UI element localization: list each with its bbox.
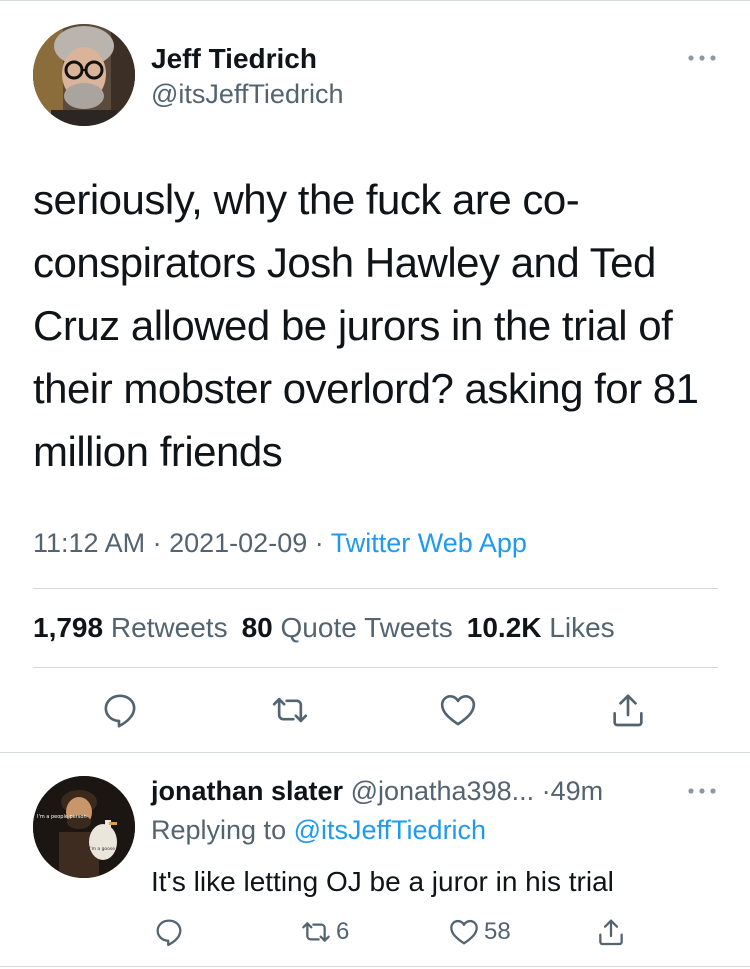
- reply-separator: ·: [541, 776, 551, 806]
- tweet-time[interactable]: 11:12 AM: [33, 528, 145, 558]
- reply-text: It's like letting OJ be a juror in his t…: [151, 866, 614, 897]
- reply-share-button[interactable]: [595, 914, 627, 950]
- retweets-stat[interactable]: 1,798 Retweets: [33, 612, 228, 643]
- bottom-border: [0, 966, 750, 967]
- quotes-stat[interactable]: 80 Quote Tweets: [242, 612, 453, 643]
- like-icon: [450, 919, 478, 945]
- author-avatar[interactable]: [33, 24, 135, 126]
- reply-retweet-button[interactable]: 6: [300, 914, 349, 950]
- likes-stat[interactable]: 10.2K Likes: [467, 612, 615, 643]
- tweet-date[interactable]: 2021-02-09: [169, 528, 307, 558]
- avatar-caption-bottom: I'm a goose: [89, 846, 115, 852]
- retweet-icon[interactable]: [270, 690, 310, 730]
- tweet-source-link[interactable]: Twitter Web App: [331, 528, 527, 558]
- reply-author-avatar[interactable]: I'm a people person I'm a goose: [33, 776, 135, 878]
- reply-retweet-count: 6: [336, 918, 350, 945]
- engagement-stats: 1,798 Retweets 80 Quote Tweets 10.2K Likes: [33, 612, 615, 644]
- replying-prefix: Replying to: [151, 815, 287, 845]
- share-icon[interactable]: [608, 690, 648, 730]
- retweets-label: Retweets: [110, 612, 228, 643]
- quotes-count: 80: [241, 612, 273, 643]
- reply-time[interactable]: 49m: [551, 776, 604, 806]
- top-border: [0, 0, 750, 1]
- divider: [33, 588, 718, 589]
- likes-count: 10.2K: [466, 612, 542, 643]
- avatar-caption-top: I'm a people person: [37, 814, 87, 820]
- retweets-count: 1,798: [33, 612, 104, 643]
- quotes-label: Quote Tweets: [280, 612, 453, 643]
- reply-like-count: 58: [484, 918, 511, 945]
- meta-separator: ·: [152, 528, 162, 558]
- reply-header: jonathan slater @jonatha398... ·49m: [151, 776, 603, 807]
- tweet-meta: 11:12 AM · 2021-02-09 · Twitter Web App: [33, 528, 527, 559]
- replying-to: Replying to @itsJeffTiedrich: [151, 815, 486, 846]
- reply-author-handle[interactable]: @jonatha398...: [351, 776, 535, 806]
- tweet-text: seriously, why the fuck are co-conspirat…: [33, 176, 699, 475]
- share-icon: [599, 919, 623, 946]
- author-handle[interactable]: @itsJeffTiedrich: [151, 79, 343, 110]
- replying-handle-link[interactable]: @itsJeffTiedrich: [294, 815, 486, 845]
- reply-like-button[interactable]: 58: [448, 914, 511, 950]
- like-icon[interactable]: [438, 690, 478, 730]
- meta-separator: ·: [314, 528, 324, 558]
- reply-author-name[interactable]: jonathan slater: [151, 776, 343, 806]
- more-options-icon[interactable]: [684, 48, 720, 68]
- reply-reply-button[interactable]: [153, 914, 185, 950]
- reply-more-options-icon[interactable]: [684, 781, 720, 801]
- retweet-icon: [302, 922, 330, 942]
- section-separator: [0, 752, 750, 753]
- divider: [33, 667, 718, 668]
- reply-icon[interactable]: [100, 690, 140, 730]
- reply-icon: [156, 919, 182, 947]
- author-name[interactable]: Jeff Tiedrich: [151, 43, 317, 75]
- likes-label: Likes: [549, 612, 615, 643]
